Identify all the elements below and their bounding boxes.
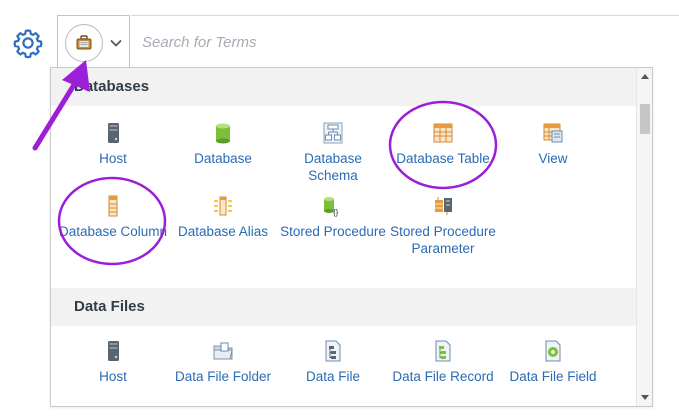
briefcase-icon — [76, 35, 92, 50]
item-database[interactable]: Database — [168, 122, 278, 167]
type-selector-circle — [65, 24, 103, 62]
search-input[interactable] — [142, 30, 642, 54]
gear-icon[interactable] — [12, 27, 44, 59]
item-view[interactable]: View — [498, 122, 608, 167]
data-file-record-icon — [435, 340, 451, 362]
item-data-file-folder[interactable]: Data File Folder — [168, 340, 278, 385]
procedure-parameter-icon — [435, 197, 452, 215]
item-label: Database — [194, 151, 252, 166]
item-stored-procedure-parameter[interactable]: Stored Procedure Parameter — [388, 195, 498, 257]
item-label: Data File Record — [392, 369, 494, 384]
item-label: Database Schema — [304, 151, 362, 183]
section-header-databases: Databases — [51, 68, 636, 106]
item-data-file-record[interactable]: Data File Record — [388, 340, 498, 385]
section-data-files: Host Data File Folder Data File Data Fil… — [51, 326, 636, 406]
item-label: Host — [99, 151, 127, 166]
item-label: Data File — [305, 369, 361, 384]
server-icon — [108, 341, 119, 361]
schema-icon — [323, 122, 343, 144]
item-label: Host — [99, 369, 127, 384]
data-file-icon — [325, 340, 341, 362]
section-header-data-files: Data Files — [51, 288, 636, 326]
database-cylinder-icon — [216, 123, 230, 144]
item-data-file-field[interactable]: Data File Field — [498, 340, 608, 385]
item-label: Database Column — [58, 224, 168, 239]
item-label: View — [538, 151, 568, 166]
column-icon — [108, 195, 118, 217]
stored-procedure-icon: {} — [324, 197, 339, 217]
item-database-schema[interactable]: Database Schema — [278, 122, 388, 184]
type-dropdown-panel: Databases Host Database Database Schema … — [50, 67, 653, 407]
item-label: Database Alias — [177, 224, 269, 239]
item-label: Stored Procedure — [280, 224, 386, 239]
table-icon — [433, 123, 453, 143]
server-icon — [108, 123, 119, 143]
item-host[interactable]: Host — [58, 122, 168, 167]
item-label: Data File Field — [509, 369, 597, 384]
topbar-divider — [131, 15, 679, 16]
item-label: Stored Procedure Parameter — [390, 224, 496, 256]
scroll-up-arrow-icon[interactable] — [637, 70, 653, 84]
chevron-down-icon[interactable] — [109, 36, 123, 50]
folder-icon — [213, 342, 233, 360]
svg-text:{}: {} — [333, 208, 339, 217]
item-label: Database Table — [396, 151, 490, 166]
item-stored-procedure[interactable]: {} Stored Procedure — [278, 195, 388, 240]
item-database-alias[interactable]: Database Alias — [168, 195, 278, 240]
scroll-down-arrow-icon[interactable] — [637, 390, 653, 404]
scroll-thumb[interactable] — [640, 104, 650, 134]
section-databases: Host Database Database Schema Database T… — [51, 106, 636, 288]
data-file-field-icon — [545, 340, 561, 362]
dropdown-scrollbar[interactable] — [636, 68, 652, 406]
item-database-column[interactable]: Database Column — [58, 195, 168, 240]
item-database-table[interactable]: Database Table — [388, 122, 498, 167]
type-selector-button[interactable] — [57, 15, 130, 67]
app-root: Databases Host Database — [0, 0, 679, 417]
item-data-file[interactable]: Data File — [278, 340, 388, 385]
item-label: Data File Folder — [174, 369, 272, 384]
alias-icon — [214, 196, 232, 216]
view-icon — [543, 123, 563, 143]
item-host[interactable]: Host — [58, 340, 168, 385]
